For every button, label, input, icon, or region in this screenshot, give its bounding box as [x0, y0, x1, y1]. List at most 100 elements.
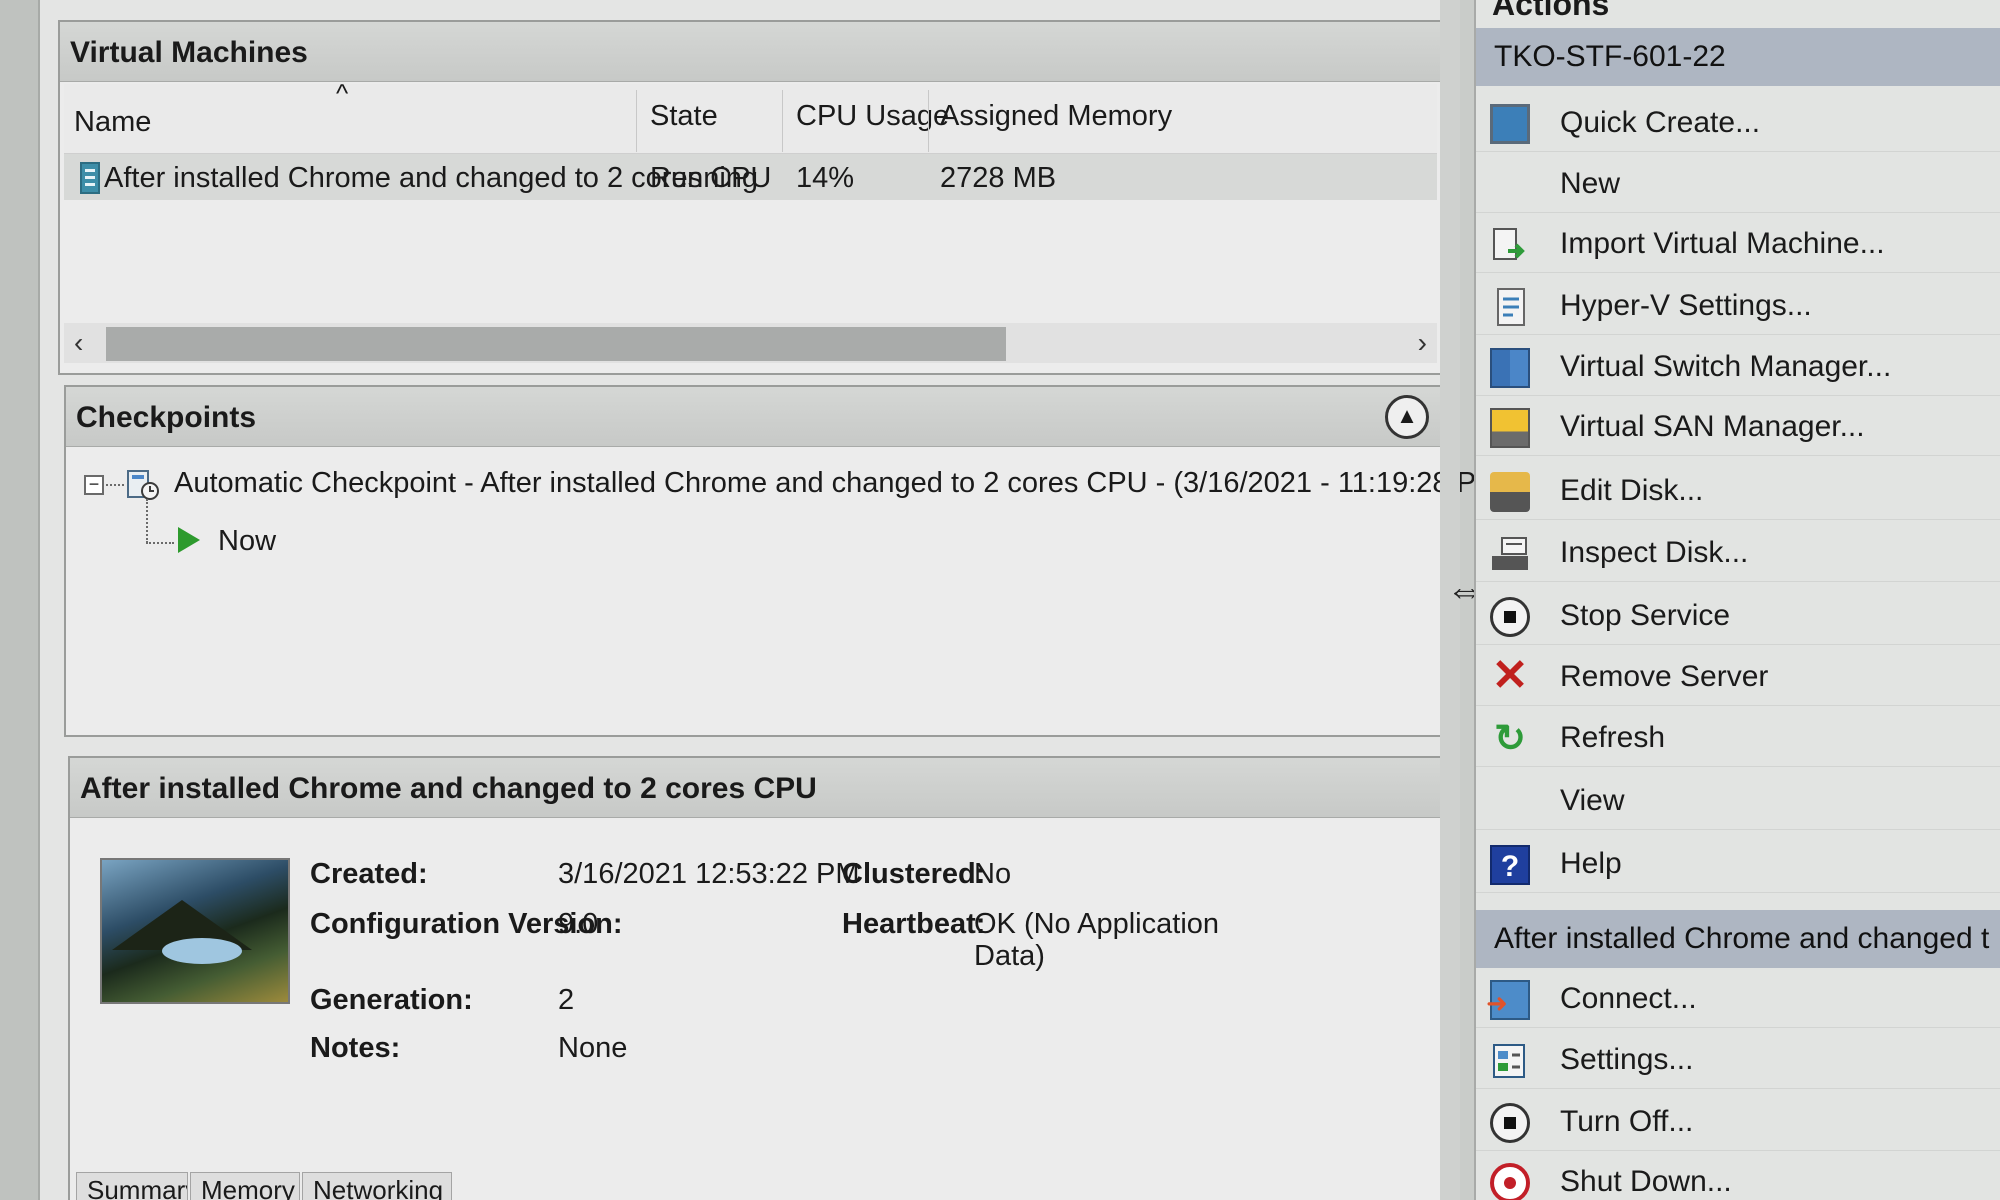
tab-memory[interactable]: Memory	[190, 1172, 300, 1200]
action-virtual-san-manager[interactable]: Virtual SAN Manager...	[1476, 398, 2000, 456]
column-header-cpu-usage[interactable]: CPU Usage	[796, 100, 949, 133]
now-play-icon	[178, 527, 200, 553]
generation-value: 2	[558, 984, 575, 1016]
checkpoints-panel: Checkpoints ▲ − Automatic Checkpoint - A…	[64, 385, 1510, 737]
monitor-icon	[1490, 104, 1530, 144]
action-label: Remove Server	[1560, 660, 1769, 693]
action-label: Import Virtual Machine...	[1560, 227, 1885, 260]
vm-details-title: After installed Chrome and changed to 2 …	[70, 758, 1441, 818]
action-turn-off[interactable]: Turn Off...	[1476, 1093, 2000, 1151]
action-label: Virtual Switch Manager...	[1560, 350, 1892, 383]
action-label: Refresh	[1560, 721, 1666, 754]
column-divider[interactable]	[782, 90, 783, 152]
configuration-version-value: 9.0	[558, 908, 599, 940]
vm-table-header: Name ^ State CPU Usage Assigned Memory	[64, 78, 1437, 154]
column-divider[interactable]	[636, 90, 637, 152]
window-edge	[0, 0, 40, 1200]
vm-memory-cell: 2728 MB	[940, 162, 1057, 194]
inspect-disk-icon	[1492, 537, 1528, 570]
column-header-assigned-memory[interactable]: Assigned Memory	[940, 100, 1172, 133]
generation-label: Generation:	[310, 984, 473, 1016]
action-import-virtual-machine[interactable]: Import Virtual Machine...	[1476, 215, 2000, 273]
checkpoint-item[interactable]: Automatic Checkpoint - After installed C…	[174, 467, 1510, 500]
clustered-label: Clustered:	[842, 858, 986, 890]
help-icon: ?	[1490, 845, 1530, 885]
created-value: 3/16/2021 12:53:22 PM	[558, 858, 860, 890]
connect-icon	[1486, 980, 1530, 1020]
checkpoint-icon	[127, 470, 159, 500]
sort-ascending-icon: ^	[336, 78, 349, 108]
column-header-state[interactable]: State	[650, 100, 718, 133]
action-new[interactable]: New	[1476, 155, 2000, 213]
action-label: Turn Off...	[1560, 1105, 1694, 1138]
table-row[interactable]: After installed Chrome and changed to 2 …	[64, 154, 1437, 200]
heartbeat-label: Heartbeat:	[842, 908, 986, 940]
action-label: Connect...	[1560, 982, 1697, 1015]
action-label: Virtual SAN Manager...	[1560, 410, 1865, 443]
horizontal-scrollbar[interactable]: ‹ ›	[64, 323, 1437, 363]
scrollbar-thumb[interactable]	[106, 327, 1006, 361]
vm-details-panel: After installed Chrome and changed to 2 …	[68, 756, 1443, 1200]
action-inspect-disk[interactable]: Inspect Disk...	[1476, 524, 2000, 582]
action-shut-down[interactable]: Shut Down...	[1476, 1153, 2000, 1200]
vm-settings-icon	[1493, 1044, 1525, 1078]
tab-summary[interactable]: Summary	[76, 1172, 188, 1200]
stop-icon	[1490, 597, 1530, 637]
action-view[interactable]: View	[1476, 772, 2000, 830]
checkpoints-title: Checkpoints	[66, 387, 1441, 447]
actions-pane: Actions TKO-STF-601-22 Quick Create... N…	[1474, 0, 2000, 1200]
virtual-machines-title: Virtual Machines	[60, 22, 1441, 82]
virtual-machine-icon	[80, 162, 100, 194]
action-label: View	[1560, 784, 1625, 817]
action-stop-service[interactable]: Stop Service	[1476, 587, 2000, 645]
action-quick-create[interactable]: Quick Create...	[1476, 94, 2000, 152]
action-label: New	[1560, 167, 1621, 200]
remove-x-icon: ✕	[1491, 651, 1529, 700]
action-remove-server[interactable]: ✕ Remove Server	[1476, 648, 2000, 706]
now-item[interactable]: Now	[218, 525, 276, 558]
shut-down-icon	[1490, 1163, 1530, 1200]
action-refresh[interactable]: ↻ Refresh	[1476, 709, 2000, 767]
tree-connector	[106, 484, 124, 486]
turn-off-icon	[1490, 1103, 1530, 1143]
server-actions-header[interactable]: TKO-STF-601-22	[1476, 28, 2000, 86]
heartbeat-value-continued: Data)	[974, 940, 1045, 972]
heartbeat-value: OK (No Application	[974, 908, 1220, 940]
created-label: Created:	[310, 858, 428, 890]
settings-doc-icon	[1497, 288, 1525, 326]
column-divider[interactable]	[928, 90, 929, 152]
vm-actions-header[interactable]: After installed Chrome and changed t	[1476, 910, 2000, 968]
action-label: Quick Create...	[1560, 106, 1761, 139]
san-icon	[1490, 408, 1530, 448]
action-connect[interactable]: Connect...	[1476, 970, 2000, 1028]
vm-thumbnail[interactable]	[100, 858, 290, 1004]
vm-cpu-cell: 14%	[796, 162, 855, 194]
tree-collapse-icon[interactable]: −	[84, 475, 104, 495]
action-vm-settings[interactable]: Settings...	[1476, 1031, 2000, 1089]
edit-disk-icon	[1490, 472, 1530, 512]
scroll-left-icon[interactable]: ‹	[74, 327, 83, 359]
action-label: Stop Service	[1560, 599, 1731, 632]
action-label: Shut Down...	[1560, 1165, 1732, 1198]
actions-title: Actions	[1492, 0, 1610, 22]
notes-value: None	[558, 1032, 628, 1064]
action-label: Edit Disk...	[1560, 474, 1704, 507]
clustered-value: No	[974, 858, 1012, 890]
thumbnail-lake	[162, 938, 242, 964]
action-virtual-switch-manager[interactable]: Virtual Switch Manager...	[1476, 338, 2000, 396]
action-label: Hyper-V Settings...	[1560, 289, 1812, 322]
action-help[interactable]: ? Help	[1476, 835, 2000, 893]
tab-networking[interactable]: Networking	[302, 1172, 452, 1200]
notes-label: Notes:	[310, 1032, 401, 1064]
collapse-panel-button[interactable]: ▲	[1385, 395, 1429, 439]
scroll-right-icon[interactable]: ›	[1418, 327, 1427, 359]
action-edit-disk[interactable]: Edit Disk...	[1476, 462, 2000, 520]
action-hyper-v-settings[interactable]: Hyper-V Settings...	[1476, 277, 2000, 335]
action-label: Settings...	[1560, 1043, 1694, 1076]
virtual-machines-panel: Virtual Machines Name ^ State CPU Usage …	[58, 20, 1443, 375]
import-icon	[1493, 228, 1525, 260]
tree-connector	[146, 499, 148, 543]
main-content: Virtual Machines Name ^ State CPU Usage …	[40, 0, 1510, 1200]
tree-connector	[146, 542, 174, 544]
column-header-name[interactable]: Name	[74, 106, 151, 139]
